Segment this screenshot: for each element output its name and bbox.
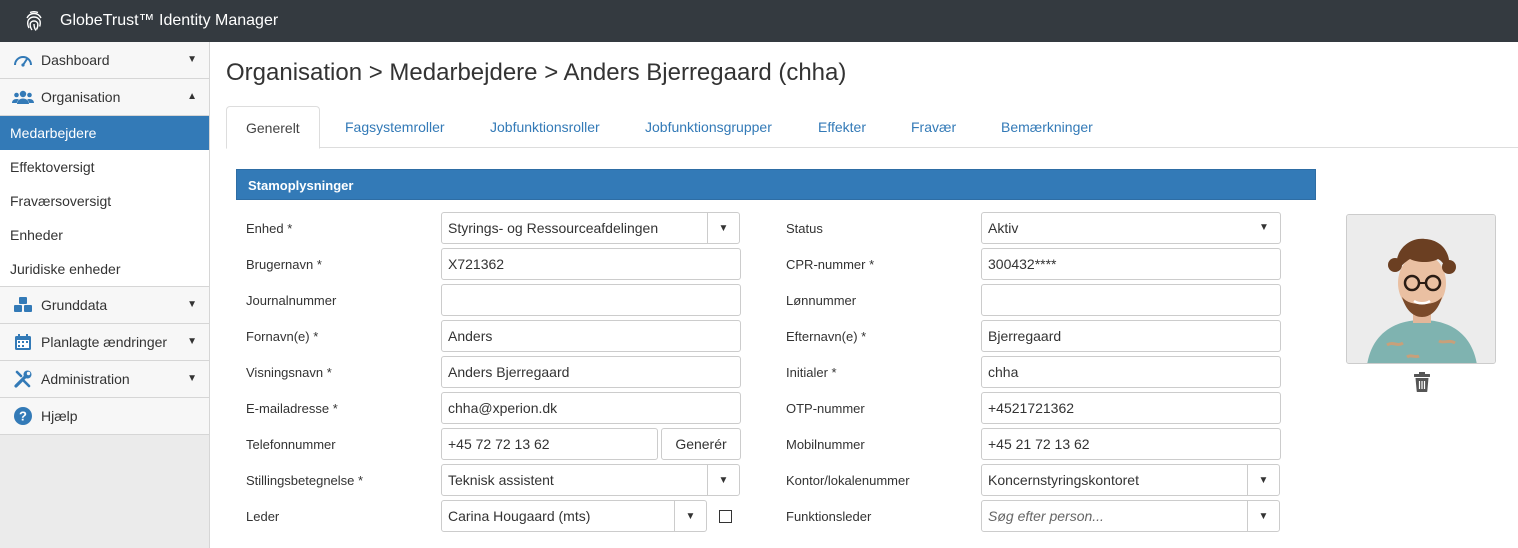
- main-content: Organisation > Medarbejdere > Anders Bje…: [226, 42, 1518, 548]
- stillingsbetegnelse-dropdown-button[interactable]: ▼: [707, 464, 740, 496]
- kontor-dropdown-button[interactable]: ▼: [1247, 464, 1280, 496]
- label-funktionsleder: Funktionsleder: [786, 509, 872, 524]
- label-fornavn: Fornavn(e) *: [246, 329, 319, 344]
- kontor-select[interactable]: Koncernstyringskontoret: [981, 464, 1248, 496]
- leder-dropdown-button[interactable]: ▼: [674, 500, 707, 532]
- organisation-submenu: Medarbejdere Effektoversigt Fraværsovers…: [0, 116, 209, 287]
- tab-jobfunktionsgrupper[interactable]: Jobfunktionsgrupper: [645, 106, 772, 148]
- tab-jobfunktionsroller[interactable]: Jobfunktionsroller: [490, 106, 600, 148]
- label-enhed: Enhed *: [246, 221, 293, 236]
- nav-grunddata[interactable]: Grunddata ▼: [0, 287, 209, 324]
- label-leder: Leder: [246, 509, 280, 524]
- top-bar: GlobeTrust™ Identity Manager: [0, 0, 1518, 42]
- label-initialer: Initialer *: [786, 365, 837, 380]
- enhed-dropdown-button[interactable]: ▼: [707, 212, 740, 244]
- telefonnummer-field[interactable]: +45 72 72 13 62: [441, 428, 658, 460]
- panel-header-stamoplysninger: Stamoplysninger: [236, 169, 1316, 200]
- label-mobilnummer: Mobilnummer: [786, 437, 865, 452]
- svg-text:?: ?: [19, 409, 27, 424]
- nav-administration-label: Administration: [41, 371, 130, 387]
- leder-select[interactable]: Carina Hougaard (mts): [441, 500, 675, 532]
- tab-effekter[interactable]: Effekter: [818, 106, 866, 148]
- label-stillingsbetegnelse: Stillingsbetegnelse *: [246, 473, 364, 488]
- loennummer-field[interactable]: [981, 284, 1281, 316]
- nav-dashboard[interactable]: Dashboard ▼: [0, 42, 209, 79]
- label-status: Status: [786, 221, 823, 236]
- calendar-icon: [12, 331, 34, 353]
- label-emailadresse: E-mailadresse *: [246, 401, 338, 416]
- chevron-down-icon: ▼: [1258, 474, 1269, 486]
- chevron-down-icon: ▼: [187, 54, 197, 65]
- sidebar: Dashboard ▼ Organisation ▲ Medarbejdere …: [0, 42, 210, 548]
- chevron-down-icon: ▼: [1259, 222, 1269, 233]
- label-loennummer: Lønnummer: [786, 293, 857, 308]
- nav-grunddata-label: Grunddata: [41, 297, 108, 313]
- sidebar-item-enheder[interactable]: Enheder: [0, 218, 209, 252]
- label-telefonnummer: Telefonnummer: [246, 437, 336, 452]
- app-title: GlobeTrust™ Identity Manager: [60, 12, 279, 29]
- nav-administration[interactable]: Administration ▼: [0, 361, 209, 398]
- funktionsleder-search[interactable]: Søg efter person...: [981, 500, 1248, 532]
- chevron-down-icon: ▼: [718, 474, 729, 486]
- question-circle-icon: ?: [12, 405, 34, 427]
- trash-icon[interactable]: [1413, 372, 1431, 392]
- stillingsbetegnelse-select[interactable]: Teknisk assistent: [441, 464, 708, 496]
- otp-nummer-field[interactable]: +4521721362: [981, 392, 1281, 424]
- chevron-down-icon: ▼: [187, 336, 197, 347]
- cpr-nummer-field[interactable]: 300432****: [981, 248, 1281, 280]
- fingerprint-logo-icon: [26, 10, 42, 31]
- label-otp-nummer: OTP-nummer: [786, 401, 865, 416]
- tab-generelt[interactable]: Generelt: [226, 106, 320, 149]
- page-title: Organisation > Medarbejdere > Anders Bje…: [226, 59, 847, 86]
- label-kontor-lokalenummer: Kontor/lokalenummer: [786, 473, 910, 488]
- mobilnummer-field[interactable]: +45 21 72 13 62: [981, 428, 1281, 460]
- chevron-down-icon: ▼: [685, 510, 696, 522]
- tab-bemaerkninger[interactable]: Bemærkninger: [1001, 106, 1093, 148]
- chevron-up-icon: ▲: [187, 91, 197, 102]
- leder-checkbox[interactable]: [719, 510, 732, 523]
- sidebar-item-juridiske-enheder[interactable]: Juridiske enheder: [0, 252, 209, 286]
- cubes-icon: [12, 294, 34, 316]
- nav-organisation[interactable]: Organisation ▲: [0, 79, 209, 116]
- users-icon: [12, 86, 34, 108]
- chevron-down-icon: ▼: [1258, 510, 1269, 522]
- dashboard-gauge-icon: [12, 49, 34, 71]
- nav-planlagte-aendringer[interactable]: Planlagte ændringer ▼: [0, 324, 209, 361]
- chevron-down-icon: ▼: [187, 299, 197, 310]
- initialer-field[interactable]: chha: [981, 356, 1281, 388]
- journalnummer-field[interactable]: [441, 284, 741, 316]
- label-visningsnavn: Visningsnavn *: [246, 365, 332, 380]
- visningsnavn-field[interactable]: Anders Bjerregaard: [441, 356, 741, 388]
- label-cpr-nummer: CPR-nummer *: [786, 257, 875, 272]
- tab-fagsystemroller[interactable]: Fagsystemroller: [345, 106, 445, 148]
- sidebar-item-fravaersoversigt[interactable]: Fraværsoversigt: [0, 184, 209, 218]
- chevron-down-icon: ▼: [187, 373, 197, 384]
- fornavn-field[interactable]: Anders: [441, 320, 741, 352]
- profile-photo: [1346, 214, 1496, 364]
- efternavn-field[interactable]: Bjerregaard: [981, 320, 1281, 352]
- nav-hjaelp-label: Hjælp: [41, 408, 78, 424]
- label-brugernavn: Brugernavn *: [246, 257, 322, 272]
- tools-icon: [12, 368, 34, 390]
- nav-organisation-label: Organisation: [41, 89, 121, 105]
- person-portrait-icon: [1347, 215, 1495, 363]
- label-journalnummer: Journalnummer: [246, 293, 337, 308]
- nav-planlagte-label: Planlagte ændringer: [41, 334, 168, 350]
- nav-hjaelp[interactable]: ? Hjælp: [0, 398, 209, 435]
- sidebar-item-effektoversigt[interactable]: Effektoversigt: [0, 150, 209, 184]
- generer-button[interactable]: Generér: [661, 428, 741, 460]
- status-select[interactable]: Aktiv: [981, 212, 1281, 244]
- chevron-down-icon: ▼: [718, 222, 729, 234]
- tab-bar: Generelt Fagsystemroller Jobfunktionsrol…: [226, 106, 1518, 149]
- enhed-select[interactable]: Styrings- og Ressourceafdelingen: [441, 212, 708, 244]
- nav-dashboard-label: Dashboard: [41, 52, 110, 68]
- brugernavn-field[interactable]: X721362: [441, 248, 741, 280]
- label-efternavn: Efternavn(e) *: [786, 329, 867, 344]
- funktionsleder-dropdown-button[interactable]: ▼: [1247, 500, 1280, 532]
- email-field[interactable]: chha@xperion.dk: [441, 392, 741, 424]
- sidebar-item-medarbejdere[interactable]: Medarbejdere: [0, 116, 209, 150]
- tab-fravaer[interactable]: Fravær: [911, 106, 956, 148]
